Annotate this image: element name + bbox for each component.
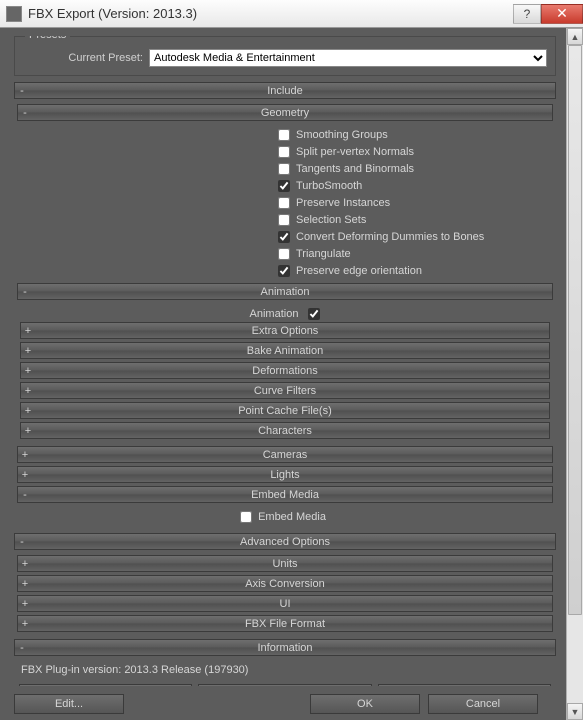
curve-filters-header[interactable]: +Curve Filters <box>20 382 550 399</box>
animation-header[interactable]: - Animation <box>17 283 553 300</box>
characters-header[interactable]: +Characters <box>20 422 550 439</box>
presets-label: Presets <box>25 36 70 41</box>
edit-button[interactable]: Edit... <box>14 694 124 714</box>
include-header[interactable]: - Include <box>14 82 556 99</box>
preserve-instances-checkbox[interactable] <box>278 197 290 209</box>
turbosmooth-label: TurboSmooth <box>296 180 362 192</box>
animation-check-label: Animation <box>250 308 299 320</box>
turbosmooth-checkbox[interactable] <box>278 180 290 192</box>
geometry-header[interactable]: - Geometry <box>17 104 553 121</box>
smoothing-groups-checkbox[interactable] <box>278 129 290 141</box>
triangulate-label: Triangulate <box>296 248 351 260</box>
selection-sets-checkbox[interactable] <box>278 214 290 226</box>
collapse-icon: - <box>18 285 32 299</box>
smoothing-groups-label: Smoothing Groups <box>296 129 388 141</box>
axis-conversion-header[interactable]: +Axis Conversion <box>17 575 553 592</box>
presets-group: Presets Current Preset: Autodesk Media &… <box>14 36 556 76</box>
ok-button[interactable]: OK <box>310 694 420 714</box>
cancel-button[interactable]: Cancel <box>428 694 538 714</box>
tangents-checkbox[interactable] <box>278 163 290 175</box>
help-on-fbx-button[interactable]: Help on FBX <box>198 684 371 686</box>
deformations-header[interactable]: +Deformations <box>20 362 550 379</box>
triangulate-checkbox[interactable] <box>278 248 290 260</box>
ui-header[interactable]: +UI <box>17 595 553 612</box>
preserve-instances-label: Preserve Instances <box>296 197 390 209</box>
convert-dummies-checkbox[interactable] <box>278 231 290 243</box>
collapse-icon: - <box>15 84 29 98</box>
embed-media-header[interactable]: -Embed Media <box>17 486 553 503</box>
scroll-thumb[interactable] <box>568 45 582 615</box>
embed-media-label: Embed Media <box>258 511 326 523</box>
split-normals-checkbox[interactable] <box>278 146 290 158</box>
fbx-format-header[interactable]: +FBX File Format <box>17 615 553 632</box>
app-icon <box>6 6 22 22</box>
close-button[interactable]: ✕ <box>541 4 583 24</box>
help-button[interactable]: ? <box>513 4 541 24</box>
tangents-label: Tangents and Binormals <box>296 163 414 175</box>
information-header[interactable]: -Information <box>14 639 556 656</box>
titlebar: FBX Export (Version: 2013.3) ? ✕ <box>0 0 583 28</box>
window-title: FBX Export (Version: 2013.3) <box>28 6 513 21</box>
scroll-up-icon[interactable]: ▲ <box>567 28 583 45</box>
preset-select[interactable]: Autodesk Media & Entertainment <box>149 49 547 67</box>
units-header[interactable]: +Units <box>17 555 553 572</box>
geometry-body: Smoothing Groups Split per-vertex Normal… <box>17 124 553 283</box>
vertical-scrollbar[interactable]: ▲ ▼ <box>566 28 583 720</box>
scroll-down-icon[interactable]: ▼ <box>567 703 583 720</box>
edge-orientation-checkbox[interactable] <box>278 265 290 277</box>
plugin-version-text: FBX Plug-in version: 2013.3 Release (197… <box>17 661 553 684</box>
current-preset-label: Current Preset: <box>23 52 143 64</box>
advanced-header[interactable]: -Advanced Options <box>14 533 556 550</box>
animation-checkbox[interactable] <box>308 308 320 320</box>
edge-orientation-label: Preserve edge orientation <box>296 265 422 277</box>
split-normals-label: Split per-vertex Normals <box>296 146 414 158</box>
cameras-header[interactable]: +Cameras <box>17 446 553 463</box>
extra-options-header[interactable]: +Extra Options <box>20 322 550 339</box>
convert-dummies-label: Convert Deforming Dummies to Bones <box>296 231 484 243</box>
selection-sets-label: Selection Sets <box>296 214 366 226</box>
point-cache-header[interactable]: +Point Cache File(s) <box>20 402 550 419</box>
web-updates-button[interactable]: Web updates <box>19 684 192 686</box>
about-button[interactable]: About <box>378 684 551 686</box>
lights-header[interactable]: +Lights <box>17 466 553 483</box>
embed-media-checkbox[interactable] <box>240 511 252 523</box>
collapse-icon: - <box>18 106 32 120</box>
bake-animation-header[interactable]: +Bake Animation <box>20 342 550 359</box>
